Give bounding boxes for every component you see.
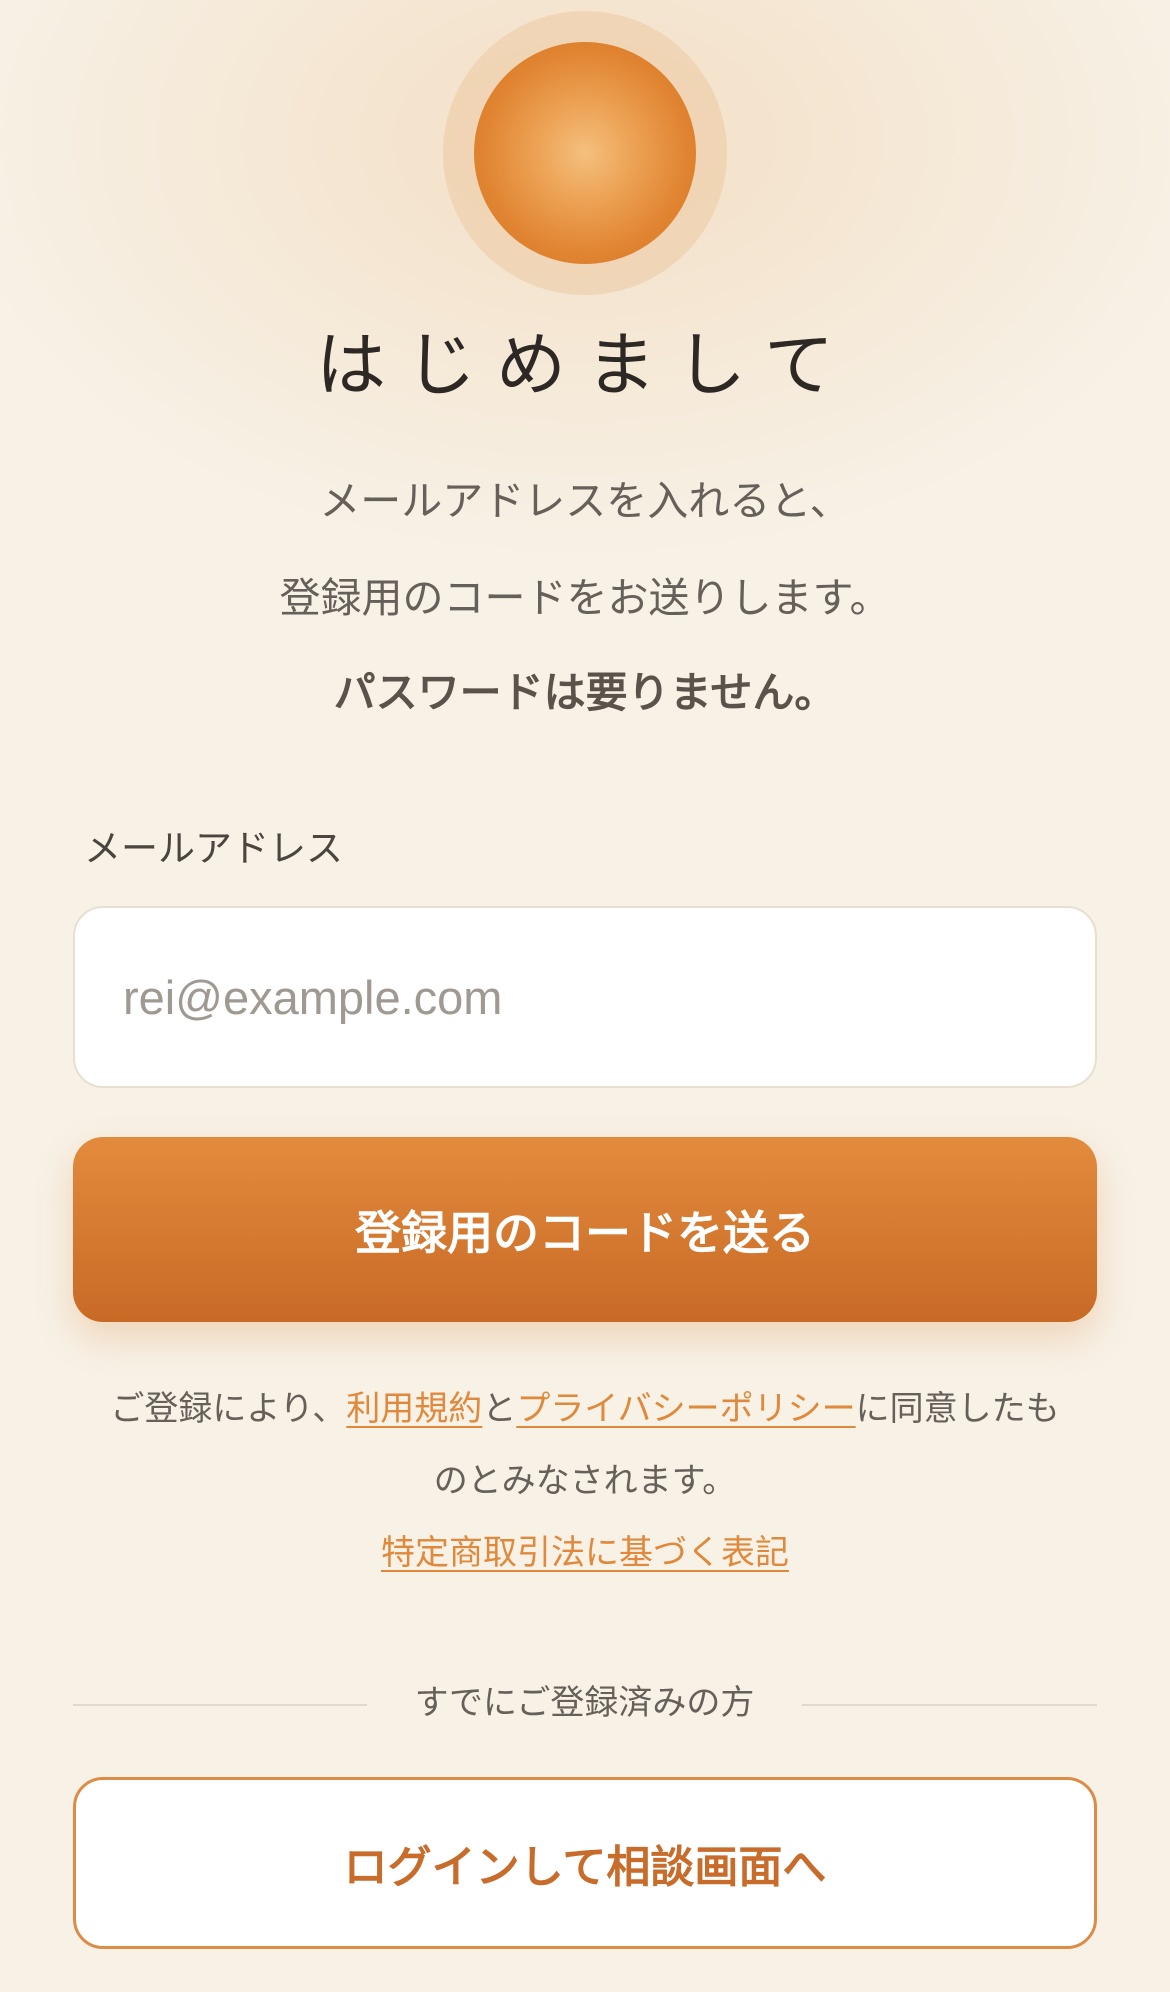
orange-orb-icon bbox=[474, 42, 696, 264]
privacy-policy-link[interactable]: プライバシーポリシー bbox=[516, 1389, 855, 1429]
divider-left bbox=[73, 1704, 367, 1706]
description-line-2: 登録用のコードをお送りします。 bbox=[279, 574, 891, 622]
description-line-1: メールアドレスを入れると、 bbox=[319, 477, 851, 525]
existing-user-divider-text: すでにご登録済みの方 bbox=[414, 1683, 755, 1723]
email-input[interactable] bbox=[73, 906, 1097, 1088]
terms-line-3: 特定商取引法に基づく表記 bbox=[0, 1536, 1170, 1570]
terms-and: と bbox=[482, 1389, 517, 1429]
terms-suffix-1: に同意したも bbox=[855, 1389, 1060, 1429]
divider-right bbox=[802, 1704, 1097, 1706]
page-title: はじめまして bbox=[316, 324, 854, 406]
terms-prefix: ご登録により、 bbox=[110, 1389, 347, 1429]
email-label: メールアドレス bbox=[84, 827, 343, 870]
commercial-law-link[interactable]: 特定商取引法に基づく表記 bbox=[381, 1533, 789, 1573]
login-button[interactable]: ログインして相談画面へ bbox=[73, 1777, 1097, 1949]
send-code-button[interactable]: 登録用のコードを送る bbox=[73, 1137, 1097, 1322]
terms-line-2: のとみなされます。 bbox=[433, 1461, 737, 1501]
terms-line-1: ご登録により、利用規約とプライバシーポリシーに同意したも bbox=[0, 1392, 1170, 1426]
terms-of-service-link[interactable]: 利用規約 bbox=[346, 1389, 482, 1429]
description-line-3: パスワードは要りません。 bbox=[333, 668, 837, 717]
